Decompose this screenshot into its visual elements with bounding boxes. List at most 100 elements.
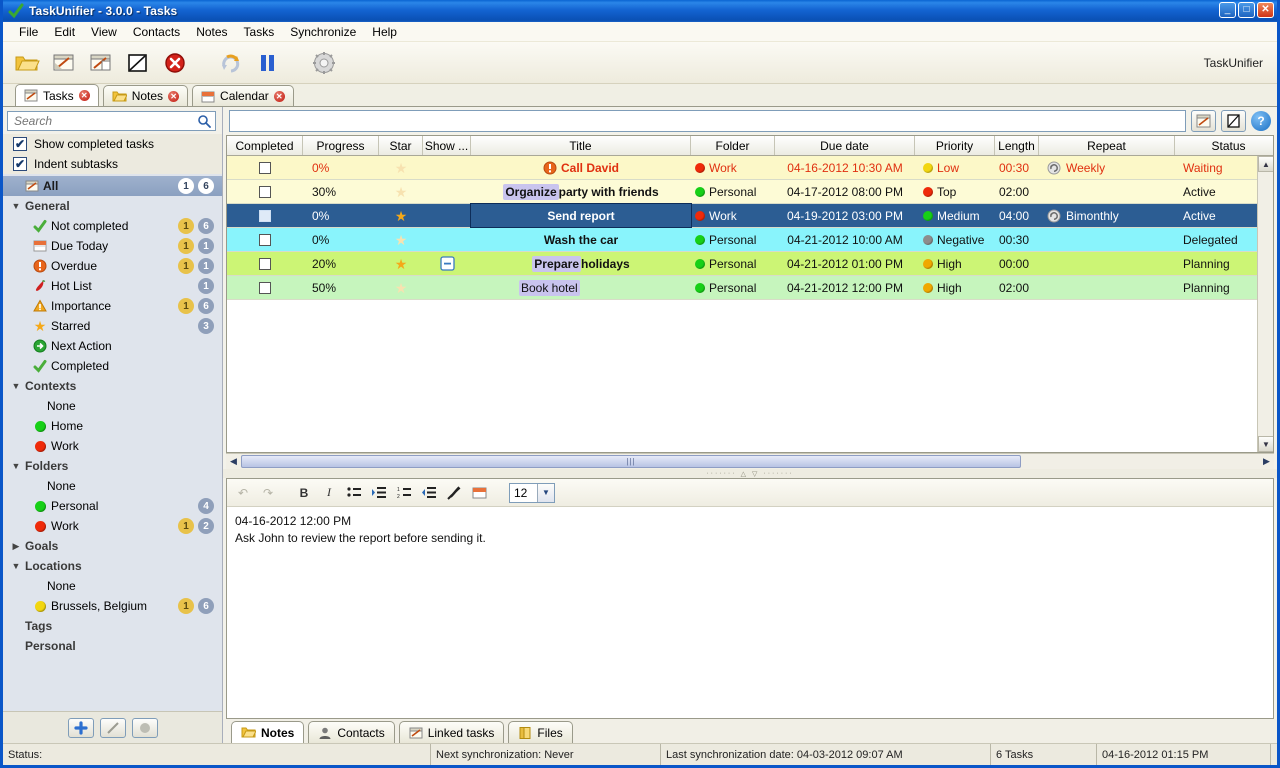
indent-decrease-icon[interactable] (419, 483, 439, 503)
sidebar-item-goals[interactable]: ▶ Goals (3, 536, 222, 556)
column-header-due-date[interactable]: Due date (775, 136, 915, 155)
row-star-icon[interactable]: ★ (395, 185, 408, 199)
tab-notes[interactable]: Notes ✕ (102, 85, 189, 106)
sidebar-item-none[interactable]: None (3, 476, 222, 496)
row-title[interactable]: Send report (470, 203, 692, 228)
row-title[interactable]: Call David (471, 156, 691, 179)
table-row[interactable]: 30% ★ Organize party with friends Personal 0… (227, 180, 1257, 204)
sidebar-item-tags[interactable]: Tags (3, 616, 222, 636)
column-header-star[interactable]: Star (379, 136, 423, 155)
row-completed-checkbox[interactable] (259, 257, 271, 270)
redo-icon[interactable]: ↷ (258, 483, 278, 503)
new-folder-icon[interactable] (13, 49, 41, 77)
bottom-tab-notes[interactable]: Notes (231, 721, 305, 743)
menu-item-notes[interactable]: Notes (188, 23, 235, 41)
indent-subtasks-row[interactable]: ✔ Indent subtasks (3, 154, 222, 174)
sidebar-item-importance[interactable]: Importance 1 6 (3, 296, 222, 316)
tab-notes-close-icon[interactable]: ✕ (168, 90, 180, 102)
add-icon[interactable] (67, 717, 94, 738)
row-star-icon[interactable]: ★ (395, 257, 408, 271)
sidebar-item-hot-list[interactable]: Hot List 1 (3, 276, 222, 296)
column-header-length[interactable]: Length (995, 136, 1039, 155)
table-row[interactable]: 50% ★ Book hotel Personal 04-21-2012 12:00 P… (227, 276, 1257, 300)
sidebar-item-all[interactable]: All 1 6 (3, 176, 222, 196)
chevron-down-icon[interactable]: ▼ (537, 483, 554, 502)
new-subtask-icon[interactable] (87, 49, 115, 77)
menu-item-synchronize[interactable]: Synchronize (282, 23, 364, 41)
sidebar-item-personal[interactable]: Personal 4 (3, 496, 222, 516)
table-row[interactable]: 0% ★ Wash the car Personal 04-21-2012 10:00 … (227, 228, 1257, 252)
column-header-progress[interactable]: Progress (303, 136, 379, 155)
scroll-down-button[interactable]: ▼ (1258, 436, 1273, 452)
column-header-show[interactable]: Show ... (423, 136, 471, 155)
splitter-up-arrow-icon[interactable]: △ (741, 470, 748, 478)
row-completed-checkbox[interactable] (259, 161, 271, 174)
tab-tasks-close-icon[interactable]: ✕ (78, 90, 90, 101)
sidebar-item-due-today[interactable]: Due Today 1 1 (3, 236, 222, 256)
row-completed-checkbox[interactable] (259, 281, 271, 294)
column-header-title[interactable]: Title (471, 136, 691, 155)
table-vertical-scrollbar[interactable]: ▲ ▼ (1257, 156, 1273, 452)
tab-tasks[interactable]: Tasks ✕ (15, 84, 99, 106)
sidebar-item-general[interactable]: ▼ General (3, 196, 222, 216)
undo-icon[interactable]: ↶ (233, 483, 253, 503)
column-header-repeat[interactable]: Repeat (1039, 136, 1175, 155)
search-input[interactable] (12, 113, 197, 129)
column-header-completed[interactable]: Completed (227, 136, 303, 155)
table-horizontal-scrollbar[interactable]: ◀ ||| ▶ (226, 453, 1274, 469)
column-header-folder[interactable]: Folder (691, 136, 775, 155)
sidebar-item-none[interactable]: None (3, 576, 222, 596)
bottom-tab-linked-tasks[interactable]: Linked tasks (398, 721, 505, 743)
italic-button[interactable]: I (319, 483, 339, 503)
show-completed-tasks-checkbox[interactable]: ✔ (13, 137, 27, 151)
sidebar-item-home[interactable]: Home (3, 416, 222, 436)
column-header-status[interactable]: Status (1175, 136, 1280, 155)
note-toolbar-icon[interactable] (1221, 110, 1246, 132)
quick-add-field[interactable] (229, 110, 1186, 132)
row-title[interactable]: Book hotel (471, 276, 691, 299)
search-box[interactable] (7, 111, 216, 131)
note-text-area[interactable]: 04-16-2012 12:00 PM Ask John to review t… (227, 507, 1273, 718)
scroll-up-button[interactable]: ▲ (1258, 156, 1273, 172)
twisty-icon[interactable]: ▼ (9, 561, 23, 571)
row-completed-checkbox[interactable] (259, 233, 271, 246)
bottom-tab-contacts[interactable]: Contacts (308, 721, 395, 743)
clear-format-icon[interactable] (444, 483, 464, 503)
edit-task-icon[interactable] (124, 49, 152, 77)
new-task-icon[interactable] (50, 49, 78, 77)
bold-button[interactable]: B (294, 483, 314, 503)
row-collapse-icon[interactable] (439, 256, 455, 271)
row-completed-checkbox[interactable] (259, 185, 271, 198)
twisty-icon[interactable]: ▶ (9, 541, 23, 552)
sidebar-item-contexts[interactable]: ▼ Contexts (3, 376, 222, 396)
indent-subtasks-checkbox[interactable]: ✔ (13, 157, 27, 171)
menu-item-file[interactable]: File (11, 23, 46, 41)
sidebar-item-locations[interactable]: ▼ Locations (3, 556, 222, 576)
font-size-select[interactable]: 12 ▼ (509, 482, 555, 503)
minimize-button[interactable]: _ (1219, 2, 1236, 18)
pause-icon[interactable] (254, 49, 282, 77)
numbered-list-icon[interactable]: 12 (394, 483, 414, 503)
table-row[interactable]: 0% ★ Call David Work 04-16-2012 10:30 AM Low 0… (227, 156, 1257, 180)
twisty-icon[interactable]: ▼ (9, 201, 23, 211)
row-star-icon[interactable]: ★ (395, 281, 408, 295)
sidebar-item-folders[interactable]: ▼ Folders (3, 456, 222, 476)
menu-item-edit[interactable]: Edit (46, 23, 83, 41)
sidebar-item-starred[interactable]: ★ Starred 3 (3, 316, 222, 336)
row-star-icon[interactable]: ★ (395, 161, 408, 175)
row-star-icon[interactable]: ★ (395, 233, 408, 247)
row-title[interactable]: Wash the car (471, 228, 691, 251)
menu-item-help[interactable]: Help (364, 23, 405, 41)
tab-calendar[interactable]: Calendar ✕ (192, 85, 294, 106)
scroll-right-button[interactable]: ▶ (1259, 454, 1274, 469)
sidebar-item-not-completed[interactable]: Not completed 1 6 (3, 216, 222, 236)
bullet-list-icon[interactable] (344, 483, 364, 503)
tab-calendar-close-icon[interactable]: ✕ (273, 90, 285, 102)
menu-item-tasks[interactable]: Tasks (236, 23, 283, 41)
sidebar-item-next-action[interactable]: Next Action (3, 336, 222, 356)
table-row[interactable]: 0% ★ Send report Work 04-19-2012 03:00 PM Med… (227, 203, 1257, 228)
row-title[interactable]: Prepare holidays (471, 252, 691, 275)
hscroll-thumb[interactable]: ||| (241, 455, 1021, 468)
menu-item-contacts[interactable]: Contacts (125, 23, 188, 41)
twisty-icon[interactable]: ▼ (9, 461, 23, 471)
